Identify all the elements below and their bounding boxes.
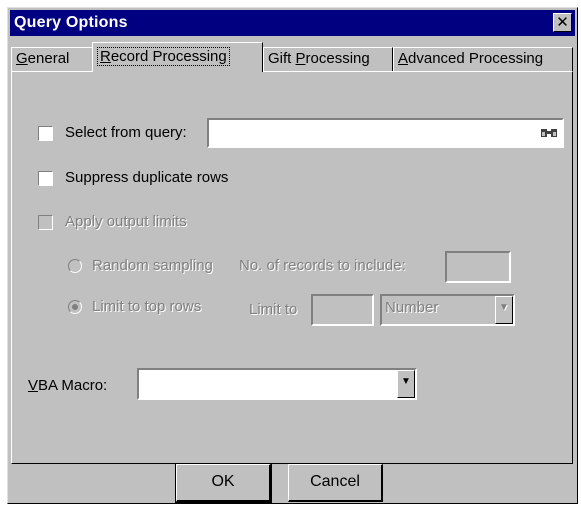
suppress-duplicates-label: Suppress duplicate rows <box>65 169 229 186</box>
limit-to-label: Limit to <box>249 301 298 318</box>
vba-macro-dropdown-button[interactable]: ▼ <box>397 370 415 398</box>
tab-focus-rect: Record Processing <box>97 47 230 66</box>
records-to-include-input[interactable] <box>445 251 511 283</box>
apply-output-limits-label: Apply output limits <box>65 213 187 230</box>
select-from-query-input[interactable] <box>207 118 564 148</box>
chevron-down-icon: ▼ <box>401 376 411 387</box>
dialog-title: Query Options <box>14 14 128 31</box>
tab-gift-processing[interactable]: Gift Processing <box>263 47 393 71</box>
vba-macro-select[interactable]: ▼ <box>137 368 417 400</box>
cancel-button[interactable]: Cancel <box>288 464 383 502</box>
limit-unit-dropdown-button[interactable]: ▼ <box>495 296 513 324</box>
tab-advanced-processing[interactable]: Advanced Processing <box>393 47 573 71</box>
record-processing-panel: Select from query: Suppress duplicate ro… <box>11 71 573 464</box>
query-options-dialog: Query Options ✕ General Record Processin… <box>7 7 578 504</box>
select-from-query-label: Select from query: <box>65 124 187 141</box>
tab-record-processing[interactable]: Record Processing <box>92 42 263 72</box>
limit-top-rows-label: Limit to top rows <box>92 298 202 315</box>
vba-macro-label: VBA Macro: <box>28 377 108 394</box>
limit-to-input[interactable] <box>311 294 374 326</box>
title-bar: Query Options ✕ <box>10 10 575 36</box>
apply-output-limits-checkbox[interactable] <box>38 215 53 230</box>
chevron-down-icon: ▼ <box>499 302 509 313</box>
random-sampling-label: Random sampling <box>92 257 213 274</box>
tab-general[interactable]: General <box>11 47 94 71</box>
radio-selected-dot <box>72 304 78 310</box>
records-to-include-label: No. of records to include: <box>239 257 406 274</box>
limit-top-rows-radio[interactable] <box>68 300 82 314</box>
ok-button[interactable]: OK <box>175 463 272 503</box>
limit-unit-value: Number <box>385 299 439 316</box>
random-sampling-radio[interactable] <box>68 259 82 273</box>
close-icon: ✕ <box>556 13 569 31</box>
tab-strip: General Record Processing Gift Processin… <box>11 41 576 72</box>
binoculars-icon[interactable] <box>537 121 561 145</box>
limit-unit-select[interactable]: Number ▼ <box>380 294 515 326</box>
close-button[interactable]: ✕ <box>553 13 572 32</box>
suppress-duplicates-checkbox[interactable] <box>38 171 53 186</box>
select-from-query-checkbox[interactable] <box>38 126 53 141</box>
